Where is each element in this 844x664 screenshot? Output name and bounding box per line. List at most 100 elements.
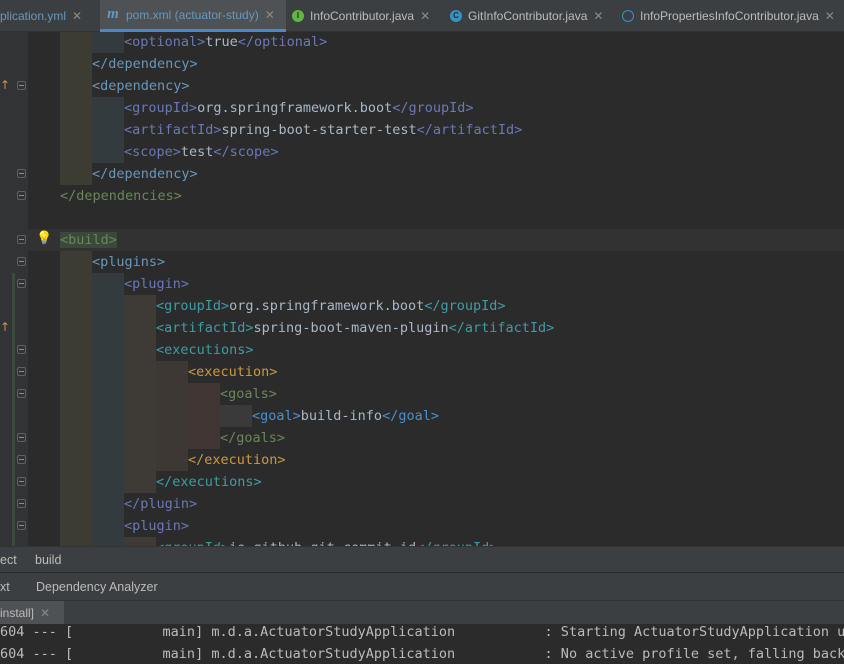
code-line[interactable]: <groupId>org.springframework.boot</group…: [124, 97, 474, 119]
indent-guide: [60, 32, 92, 53]
tab-label: InfoContributor.java: [310, 9, 415, 23]
close-icon[interactable]: ✕: [265, 8, 275, 22]
code-line[interactable]: </dependency>: [92, 163, 198, 185]
tool-window-tabs: xt Dependency Analyzer: [0, 572, 844, 600]
fold-marker-icon[interactable]: [17, 345, 26, 354]
xml-tag: <scope>: [124, 144, 181, 160]
code-line[interactable]: <plugins>: [92, 251, 165, 273]
maven-icon: m: [107, 5, 119, 22]
indent-guide: [92, 383, 124, 405]
code-line[interactable]: <artifactId>spring-boot-maven-plugin</ar…: [156, 317, 554, 339]
indent-guide: [188, 405, 220, 427]
indent-guide: [92, 339, 124, 361]
fold-marker-icon[interactable]: [17, 81, 26, 90]
code-line[interactable]: <dependency>: [92, 75, 190, 97]
fold-marker-icon[interactable]: [17, 477, 26, 486]
tool-tab-text[interactable]: xt: [0, 580, 10, 594]
indent-guide: [92, 537, 124, 546]
fold-marker-icon[interactable]: [17, 367, 26, 376]
indent-guide: [60, 515, 92, 537]
indent-guide: [156, 449, 188, 471]
lightbulb-icon[interactable]: 💡: [36, 231, 52, 246]
fold-marker-icon[interactable]: [17, 455, 26, 464]
xml-tag: </plugin>: [124, 496, 198, 512]
code-line[interactable]: </plugin>: [124, 493, 197, 515]
tab-label: pom.xml (actuator-study): [126, 7, 259, 22]
breadcrumb-item[interactable]: build: [35, 553, 61, 567]
code-line[interactable]: <groupId>io.github.git-commit-id</groupI…: [156, 537, 497, 546]
class-icon: C: [450, 10, 462, 22]
close-icon[interactable]: ✕: [420, 9, 430, 23]
abstract-class-icon: [622, 10, 634, 22]
close-icon[interactable]: ✕: [825, 9, 835, 23]
tab-application-yml[interactable]: plication.yml ✕: [0, 0, 98, 32]
indent-guide: [124, 361, 156, 383]
code-line[interactable]: <goal>build-info</goal>: [252, 405, 439, 427]
close-icon[interactable]: ✕: [72, 9, 82, 23]
fold-marker-icon[interactable]: [17, 169, 26, 178]
fold-marker-icon[interactable]: [17, 257, 26, 266]
override-arrow-icon[interactable]: ↑: [0, 320, 10, 334]
fold-marker-icon[interactable]: [17, 433, 26, 442]
run-console[interactable]: 604 --- [ main] m.d.a.ActuatorStudyAppli…: [0, 624, 844, 664]
code-line[interactable]: <execution>: [188, 361, 277, 383]
xml-close-tag: </scope>: [213, 144, 279, 160]
run-tab-install[interactable]: install] ✕: [0, 601, 65, 625]
xml-tag: <execution>: [188, 364, 278, 380]
code-line[interactable]: </goals>: [220, 427, 285, 449]
code-line[interactable]: <executions>: [156, 339, 254, 361]
xml-text: spring-boot-starter-test: [221, 122, 417, 138]
code-line[interactable]: <artifactId>spring-boot-starter-test</ar…: [124, 119, 522, 141]
xml-close-tag: </artifactId>: [416, 122, 523, 138]
fold-marker-icon[interactable]: [17, 191, 26, 200]
tab-pom-xml[interactable]: m pom.xml (actuator-study) ✕: [100, 0, 286, 32]
code-editor[interactable]: ↑ ↑ <optional>true</optional> </dependency…: [0, 32, 844, 546]
xml-text: true: [205, 34, 238, 50]
tab-gitinfocontributor[interactable]: C GitInfoContributor.java ✕: [450, 0, 618, 32]
indent-guide: [92, 32, 124, 53]
indent-guide: [124, 405, 156, 427]
xml-text: org.springframework.boot: [229, 298, 425, 314]
fold-marker-icon[interactable]: [17, 499, 26, 508]
tool-tab-dependency-analyzer[interactable]: Dependency Analyzer: [36, 580, 158, 594]
indent-guide: [124, 471, 156, 493]
indent-guide: [92, 295, 124, 317]
indent-guide: [60, 251, 92, 273]
code-line[interactable]: </dependency>: [92, 53, 198, 75]
indent-guide: [60, 537, 92, 546]
close-icon[interactable]: ✕: [40, 606, 50, 620]
fold-marker-icon[interactable]: [17, 389, 26, 398]
code-line[interactable]: </dependencies>: [60, 185, 182, 207]
code-line[interactable]: <scope>test</scope>: [124, 141, 278, 163]
close-icon[interactable]: ✕: [593, 9, 603, 23]
xml-text: test: [180, 144, 214, 160]
override-arrow-icon[interactable]: ↑: [0, 78, 10, 92]
breadcrumb-item[interactable]: ect: [0, 553, 17, 567]
indent-guide: [92, 361, 124, 383]
code-line[interactable]: </executions>: [156, 471, 262, 493]
tab-infopropertiesinfocontributor[interactable]: InfoPropertiesInfoContributor.java ✕: [622, 0, 844, 32]
code-line[interactable]: <goals>: [220, 383, 277, 405]
tab-label: InfoPropertiesInfoContributor.java: [640, 9, 819, 23]
fold-marker-icon[interactable]: [17, 521, 26, 530]
code-line[interactable]: </execution>: [188, 449, 286, 471]
code-line[interactable]: <plugin>: [124, 273, 189, 295]
indent-guide: [188, 427, 220, 449]
code-line[interactable]: <plugin>: [124, 515, 189, 537]
fold-marker-icon[interactable]: [17, 279, 26, 288]
tab-infocontributor[interactable]: I InfoContributor.java ✕: [292, 0, 440, 32]
xml-tag: </dependencies>: [60, 188, 182, 204]
xml-tag: </goals>: [220, 430, 286, 446]
xml-tag: <artifactId>: [156, 320, 254, 336]
code-line[interactable]: <build>: [60, 229, 117, 251]
code-line[interactable]: <optional>true</optional>: [124, 32, 327, 53]
fold-marker-icon[interactable]: [17, 235, 26, 244]
code-line[interactable]: <groupId>org.springframework.boot</group…: [156, 295, 506, 317]
editor-gutter: ↑ ↑: [0, 32, 28, 546]
xml-tag: <groupId>: [156, 298, 230, 314]
indent-guide: [92, 273, 124, 295]
xml-text: org.springframework.boot: [197, 100, 393, 116]
indent-guide: [156, 383, 188, 405]
xml-close-tag: </artifactId>: [448, 320, 555, 336]
indent-guide: [60, 361, 92, 383]
